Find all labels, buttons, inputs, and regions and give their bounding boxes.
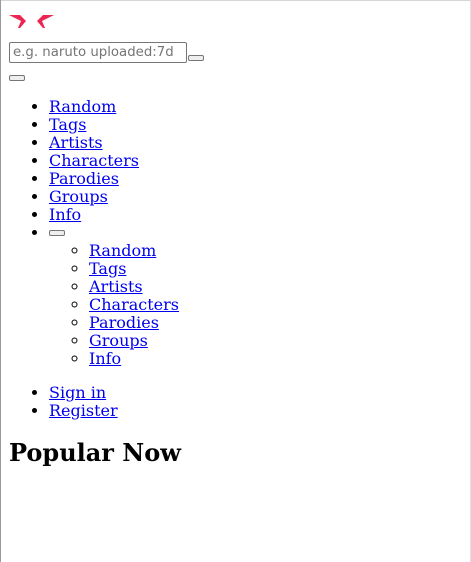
dropdown-link-info[interactable]: Info: [89, 349, 121, 368]
search-form: [9, 42, 204, 63]
main-nav: Random Tags Artists Characters Parodies …: [9, 98, 179, 368]
dropdown-item-characters: Characters: [89, 296, 179, 314]
dropdown-link-tags[interactable]: Tags: [89, 259, 126, 278]
nav-item-random: Random: [49, 98, 179, 116]
dropdown-item-artists: Artists: [89, 278, 179, 296]
dropdown-item-parodies: Parodies: [89, 314, 179, 332]
nav-item-info: Info: [49, 206, 179, 224]
nav-link-artists[interactable]: Artists: [49, 133, 103, 152]
dropdown-link-groups[interactable]: Groups: [89, 331, 148, 350]
dropdown-toggle-button[interactable]: [49, 229, 65, 236]
account-item-sign-in: Sign in: [49, 384, 118, 402]
nav-link-parodies[interactable]: Parodies: [49, 169, 119, 188]
nav-link-characters[interactable]: Characters: [49, 151, 139, 170]
page: Random Tags Artists Characters Parodies …: [9, 0, 471, 562]
double-chevron-logo-icon: [9, 15, 54, 28]
nav-item-artists: Artists: [49, 134, 179, 152]
nav-link-tags[interactable]: Tags: [49, 115, 86, 134]
dropdown-item-groups: Groups: [89, 332, 179, 350]
nav-link-info[interactable]: Info: [49, 205, 81, 224]
nav-item-characters: Characters: [49, 152, 179, 170]
search-button[interactable]: [188, 55, 204, 61]
dropdown-link-parodies[interactable]: Parodies: [89, 313, 159, 332]
dropdown-link-random[interactable]: Random: [89, 241, 156, 260]
account-item-register: Register: [49, 402, 118, 420]
sign-in-link[interactable]: Sign in: [49, 383, 106, 402]
dropdown-item-random: Random: [89, 242, 179, 260]
nav-item-dropdown: Random Tags Artists Characters Parodies …: [49, 224, 179, 368]
register-link[interactable]: Register: [49, 401, 118, 420]
popular-now-heading: Popular Now: [9, 438, 181, 467]
dropdown-item-info: Info: [89, 350, 179, 368]
dropdown-link-artists[interactable]: Artists: [89, 277, 143, 296]
nav-item-groups: Groups: [49, 188, 179, 206]
dropdown-menu: Random Tags Artists Characters Parodies …: [49, 242, 179, 368]
left-border: [0, 0, 1, 562]
nav-link-random[interactable]: Random: [49, 97, 116, 116]
dropdown-item-tags: Tags: [89, 260, 179, 278]
nav-link-groups[interactable]: Groups: [49, 187, 108, 206]
nav-item-parodies: Parodies: [49, 170, 179, 188]
account-nav: Sign in Register: [9, 384, 118, 420]
nav-item-tags: Tags: [49, 116, 179, 134]
dropdown-link-characters[interactable]: Characters: [89, 295, 179, 314]
site-logo-link[interactable]: [9, 12, 55, 30]
search-input[interactable]: [9, 42, 187, 63]
menu-toggle-button[interactable]: [9, 75, 25, 81]
